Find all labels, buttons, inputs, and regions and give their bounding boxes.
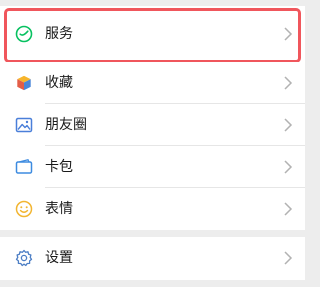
me-menu-page: 服务 收藏 朋友圈 卡包 表情 设置 xyxy=(0,0,305,287)
services-group: 服务 xyxy=(0,6,305,63)
gear-icon xyxy=(14,248,34,268)
menu-item-settings[interactable]: 设置 xyxy=(0,237,305,280)
services-check-icon xyxy=(14,24,34,44)
menu-item-services[interactable]: 服务 xyxy=(0,6,305,62)
chevron-right-icon xyxy=(283,75,293,91)
menu-item-label: 设置 xyxy=(45,250,73,266)
moments-picture-icon xyxy=(14,115,34,135)
main-features-group: 收藏 朋友圈 卡包 表情 xyxy=(0,62,305,230)
smiley-face-icon xyxy=(14,199,34,219)
menu-item-label: 服务 xyxy=(45,26,73,42)
chevron-right-icon xyxy=(283,117,293,133)
menu-item-favorites[interactable]: 收藏 xyxy=(0,62,305,104)
menu-item-moments[interactable]: 朋友圈 xyxy=(0,104,305,146)
chevron-right-icon xyxy=(283,159,293,175)
menu-item-cards[interactable]: 卡包 xyxy=(0,146,305,188)
chevron-right-icon xyxy=(283,26,293,42)
favorites-cube-icon xyxy=(14,73,34,93)
menu-item-stickers[interactable]: 表情 xyxy=(0,188,305,230)
chevron-right-icon xyxy=(283,201,293,217)
chevron-right-icon xyxy=(283,250,293,266)
menu-item-label: 表情 xyxy=(45,201,73,217)
menu-item-label: 朋友圈 xyxy=(45,117,87,133)
wallet-card-icon xyxy=(14,157,34,177)
settings-group: 设置 xyxy=(0,237,305,280)
menu-item-label: 卡包 xyxy=(45,159,73,175)
menu-item-label: 收藏 xyxy=(45,75,73,91)
